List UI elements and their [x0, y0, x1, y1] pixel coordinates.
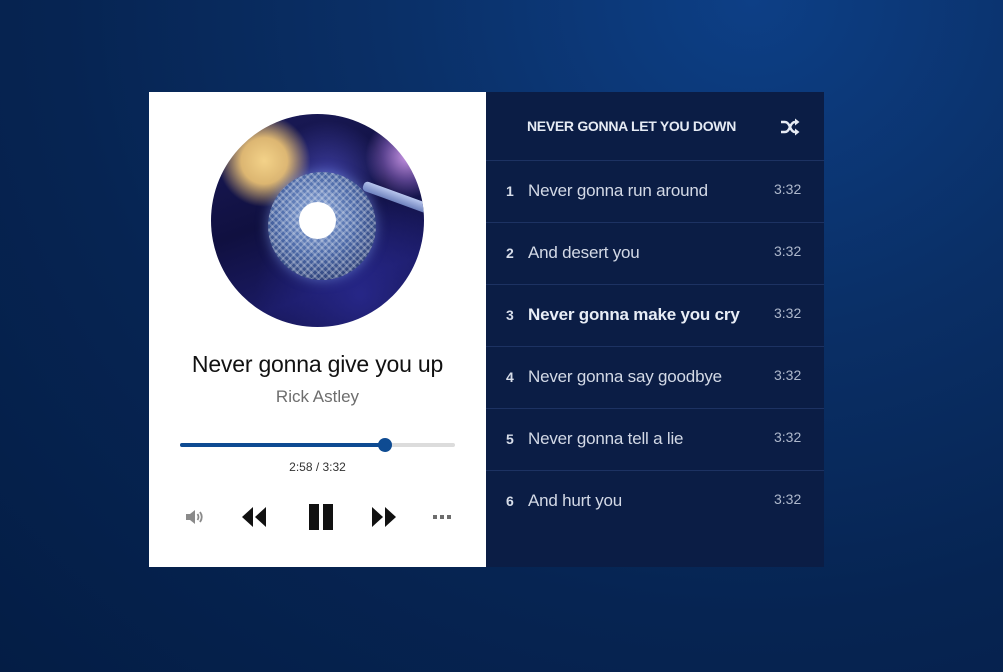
track-number: 2 — [506, 245, 514, 261]
playlist-panel: NEVER GONNA LET YOU DOWN 1 Never gonna ru… — [486, 92, 824, 567]
track-name: And desert you — [528, 243, 640, 262]
track-number: 1 — [506, 183, 514, 199]
track-row[interactable]: 5 Never gonna tell a lie 3:32 — [486, 409, 824, 471]
album-art — [211, 114, 424, 327]
track-name: Never gonna say goodbye — [528, 367, 722, 386]
track-number: 3 — [506, 307, 514, 323]
track-name: And hurt you — [528, 491, 622, 510]
track-row[interactable]: 6 And hurt you 3:32 — [486, 471, 824, 533]
progress-handle[interactable] — [378, 438, 393, 452]
rewind-icon — [242, 507, 266, 527]
shuffle-button[interactable] — [779, 116, 801, 138]
progress-fill — [180, 443, 386, 447]
track-name: Never gonna run around — [528, 181, 708, 200]
pause-button[interactable] — [306, 497, 336, 537]
music-player: Never gonna give you up Rick Astley 2:58… — [149, 92, 824, 567]
volume-icon — [186, 510, 203, 524]
track-number: 5 — [506, 431, 514, 447]
volume-button[interactable] — [181, 497, 207, 537]
song-title: Never gonna give you up — [191, 351, 444, 377]
track-row[interactable]: 2 And desert you 3:32 — [486, 223, 824, 285]
artist-name: Rick Astley — [275, 387, 360, 406]
time-display: 2:58 / 3:32 — [289, 460, 346, 474]
track-duration: 3:32 — [774, 181, 802, 197]
progress-bar[interactable] — [180, 438, 455, 452]
fast-forward-button[interactable] — [370, 497, 398, 537]
track-duration: 3:32 — [774, 491, 802, 507]
fast-forward-icon — [372, 507, 396, 527]
now-playing-panel: Never gonna give you up Rick Astley 2:58… — [149, 92, 486, 567]
track-name: Never gonna make you cry — [528, 305, 740, 324]
playback-controls — [149, 497, 486, 537]
track-duration: 3:32 — [774, 305, 802, 321]
track-row[interactable]: 3 Never gonna make you cry 3:32 — [486, 285, 824, 347]
track-duration: 3:32 — [774, 367, 802, 383]
shuffle-icon — [781, 118, 800, 136]
disc-center-hole — [299, 202, 336, 239]
pause-icon — [309, 504, 333, 530]
playlist-title: NEVER GONNA LET YOU DOWN — [527, 118, 737, 134]
track-row[interactable]: 4 Never gonna say goodbye 3:32 — [486, 347, 824, 409]
track-row[interactable]: 1 Never gonna run around 3:32 — [486, 161, 824, 223]
track-name: Never gonna tell a lie — [528, 429, 684, 448]
more-options-button[interactable] — [431, 497, 453, 537]
track-duration: 3:32 — [774, 243, 802, 259]
playlist-header: NEVER GONNA LET YOU DOWN — [486, 92, 824, 161]
track-number: 4 — [506, 369, 514, 385]
more-icon — [433, 515, 451, 519]
track-number: 6 — [506, 493, 514, 509]
rewind-button[interactable] — [240, 497, 268, 537]
track-duration: 3:32 — [774, 429, 802, 445]
